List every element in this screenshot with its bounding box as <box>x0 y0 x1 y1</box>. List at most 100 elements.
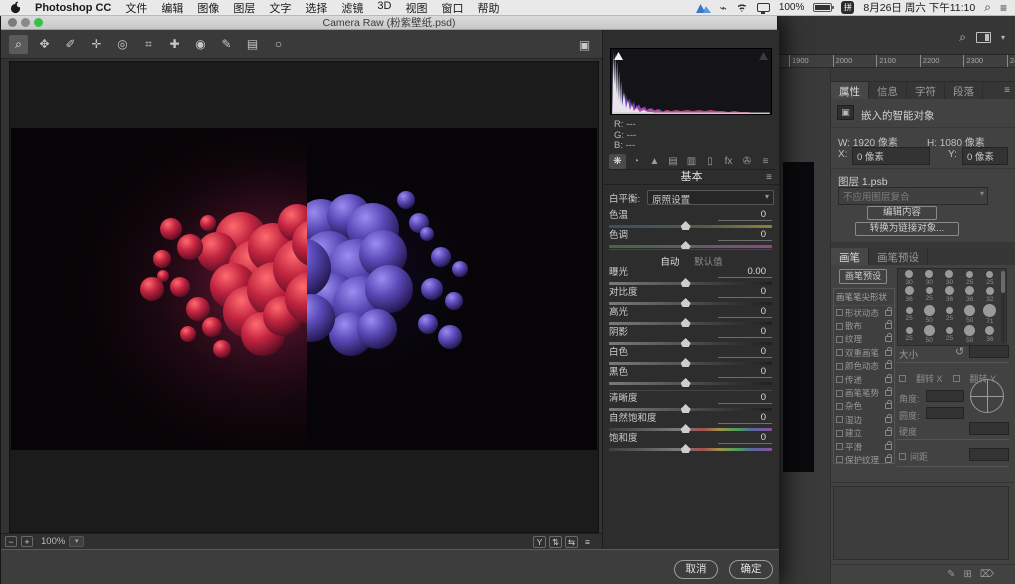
checkbox[interactable] <box>836 309 843 316</box>
brush-option-row[interactable]: 保护纹理 <box>834 453 894 466</box>
checkbox[interactable] <box>836 336 843 343</box>
checkbox[interactable] <box>836 416 843 423</box>
camera-calibration-panel-icon[interactable]: ✇ <box>739 154 756 169</box>
zoom-level-select[interactable]: ▾ <box>69 536 84 547</box>
brush-preset-cell[interactable]: 25 <box>980 270 1000 286</box>
brush-preset-cell[interactable]: 50 <box>960 304 980 325</box>
menu-item[interactable]: 文字 <box>269 0 291 16</box>
preview-y-toggle-icon[interactable]: Y <box>533 536 546 548</box>
brush-option-row[interactable]: 形状动态 <box>834 306 894 319</box>
brush-option-row[interactable]: 湿边 <box>834 413 894 426</box>
brush-preset-cell[interactable]: 30 <box>939 270 959 286</box>
apple-logo-icon[interactable] <box>10 1 21 14</box>
targeted-adjustment-tool-icon[interactable]: ◎ <box>113 35 132 54</box>
checkbox[interactable] <box>836 403 843 410</box>
brush-preset-cell[interactable]: 25 <box>939 304 959 325</box>
slider-track[interactable] <box>609 245 772 248</box>
lock-icon[interactable] <box>885 403 892 409</box>
slider-track[interactable] <box>609 342 772 345</box>
slider-track[interactable] <box>609 362 772 365</box>
checkbox[interactable] <box>836 323 843 330</box>
panel-menu-icon[interactable]: ≡ <box>998 82 1015 99</box>
slider-value-field[interactable]: 0 <box>718 209 772 221</box>
panel-tab[interactable]: 字符 <box>907 82 945 99</box>
display-mirroring-icon[interactable] <box>757 3 770 12</box>
slider-value-field[interactable]: 0 <box>718 286 772 298</box>
radial-filter-tool-icon[interactable]: ○ <box>269 35 288 54</box>
flip-x-checkbox[interactable] <box>899 375 906 382</box>
slider-thumb[interactable] <box>681 358 691 367</box>
lens-corrections-panel-icon[interactable]: ▯ <box>702 154 719 169</box>
lock-icon[interactable] <box>885 363 892 369</box>
brush-preset-cell[interactable]: 25 <box>899 325 919 344</box>
brush-option-row[interactable]: 双重画笔 <box>834 346 894 359</box>
slider-thumb[interactable] <box>681 338 691 347</box>
panel-tab[interactable]: 画笔预设 <box>869 248 928 265</box>
basic-panel-icon[interactable]: ❋ <box>609 154 626 169</box>
roundness-input[interactable] <box>926 407 964 419</box>
checkbox[interactable] <box>836 376 843 383</box>
panel-tab[interactable]: 属性 <box>831 82 869 99</box>
checkbox[interactable] <box>836 456 843 463</box>
slider-track[interactable] <box>609 448 772 451</box>
menu-item[interactable]: 帮助 <box>477 0 499 16</box>
effects-panel-icon[interactable]: fx <box>720 154 737 169</box>
delete-brush-icon[interactable]: ⌦ <box>980 569 994 580</box>
histogram[interactable] <box>610 48 772 115</box>
lock-icon[interactable] <box>885 430 892 436</box>
brush-preset-cell[interactable]: 50 <box>919 304 939 325</box>
lock-icon[interactable] <box>885 336 892 342</box>
brush-option-row[interactable]: 散布 <box>834 319 894 332</box>
brush-preset-cell[interactable]: 71 <box>980 304 1000 325</box>
checkbox[interactable] <box>836 363 843 370</box>
white-balance-select[interactable]: 原照设置 <box>647 190 774 205</box>
lock-icon[interactable] <box>885 377 892 383</box>
slider-value-field[interactable]: 0 <box>718 366 772 378</box>
y-position-input[interactable]: 0 像素 <box>962 147 1008 165</box>
status-connector-icon[interactable]: ⌁ <box>720 1 727 15</box>
layer-comp-select[interactable]: 不应用图层复合 <box>838 187 988 205</box>
dialog-title-bar[interactable]: Camera Raw (粉紫壁纸.psd) <box>1 15 777 30</box>
red-eye-tool-icon[interactable]: ◉ <box>191 35 210 54</box>
brush-option-row[interactable]: 建立 <box>834 427 894 440</box>
checkbox[interactable] <box>836 430 843 437</box>
brush-preset-cell[interactable]: 36 <box>939 286 959 303</box>
graduated-filter-tool-icon[interactable]: ▤ <box>243 35 262 54</box>
slider-thumb[interactable] <box>681 298 691 307</box>
preview-menu-icon[interactable]: ≡ <box>581 536 594 548</box>
hand-tool-icon[interactable]: ✥ <box>35 35 54 54</box>
live-tip-preview-icon[interactable]: ✎ <box>947 569 955 580</box>
lock-icon[interactable] <box>885 350 892 356</box>
slider-track[interactable] <box>609 225 772 228</box>
slider-value-field[interactable]: 0 <box>718 229 772 241</box>
cancel-button[interactable]: 取消 <box>674 560 718 579</box>
lock-icon[interactable] <box>885 323 892 329</box>
lock-icon[interactable] <box>885 310 892 316</box>
brush-preset-cell[interactable]: 25 <box>919 286 939 303</box>
spacing-checkbox[interactable] <box>899 453 906 460</box>
menu-item[interactable]: 3D <box>377 0 391 16</box>
spot-removal-tool-icon[interactable]: ✚ <box>165 35 184 54</box>
brush-option-row[interactable]: 传递 <box>834 373 894 386</box>
lock-icon[interactable] <box>885 457 892 463</box>
panel-tab[interactable]: 段落 <box>945 82 983 99</box>
lock-icon[interactable] <box>885 417 892 423</box>
size-input[interactable] <box>969 345 1009 358</box>
flip-y-checkbox[interactable] <box>953 375 960 382</box>
brush-option-row[interactable]: 杂色 <box>834 400 894 413</box>
brush-option-row[interactable]: 平滑 <box>834 440 894 453</box>
brush-preset-cell[interactable]: 32 <box>980 286 1000 303</box>
slider-value-field[interactable]: 0 <box>718 326 772 338</box>
ok-button[interactable]: 确定 <box>729 560 773 579</box>
convert-to-linked-button[interactable]: 转换为链接对象... <box>855 222 959 236</box>
color-sampler-tool-icon[interactable]: ✛ <box>87 35 106 54</box>
slider-thumb[interactable] <box>681 318 691 327</box>
brush-preset-cell[interactable]: 50 <box>960 325 980 344</box>
app-menu-photoshop[interactable]: Photoshop CC <box>35 2 111 14</box>
slider-track[interactable] <box>609 322 772 325</box>
slider-thumb[interactable] <box>681 378 691 387</box>
preview-swap-toggle-icon[interactable]: ⇆ <box>565 536 578 548</box>
slider-thumb[interactable] <box>681 404 691 413</box>
menu-item[interactable]: 编辑 <box>161 0 183 16</box>
angle-input[interactable] <box>926 390 964 402</box>
